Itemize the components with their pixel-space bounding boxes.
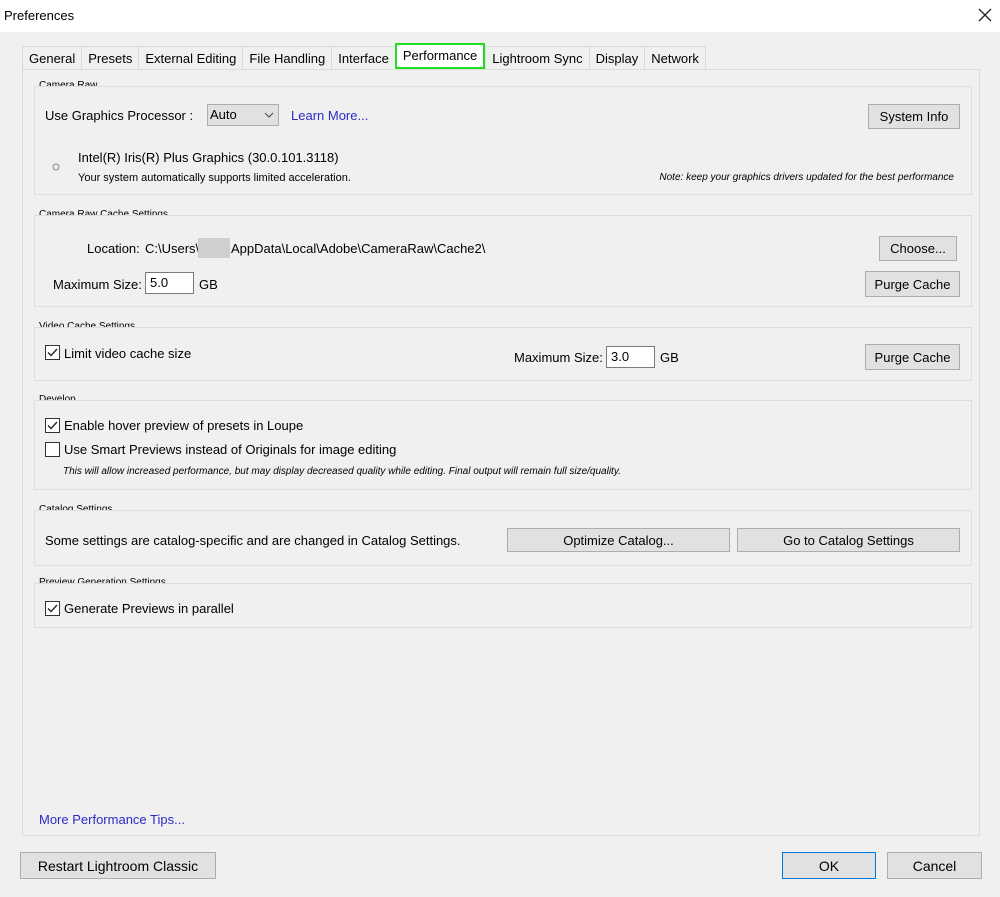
gpu-status-icon (51, 160, 61, 175)
tab-display[interactable]: Display (588, 46, 645, 70)
choose-button[interactable]: Choose... (879, 236, 957, 261)
smart-previews-checkbox[interactable] (45, 442, 60, 457)
chevron-down-icon (264, 105, 274, 131)
tab-lightroom-sync[interactable]: Lightroom Sync (485, 46, 589, 70)
cache-max-label: Maximum Size: (53, 277, 142, 292)
tab-bar: General Presets External Editing File Ha… (22, 43, 706, 70)
ok-button[interactable]: OK (782, 852, 876, 879)
location-prefix: C:\Users\ (145, 241, 200, 256)
smart-previews-label[interactable]: Use Smart Previews instead of Originals … (64, 442, 396, 457)
system-info-button[interactable]: System Info (868, 104, 960, 129)
performance-tips-link[interactable]: More Performance Tips... (39, 812, 185, 827)
checkmark-icon (47, 348, 58, 357)
parallel-previews-checkbox[interactable] (45, 601, 60, 616)
gpu-label: Use Graphics Processor : (45, 108, 194, 123)
driver-note: Note: keep your graphics drivers updated… (659, 172, 954, 183)
gpu-name: Intel(R) Iris(R) Plus Graphics (30.0.101… (78, 150, 339, 165)
checkmark-icon (47, 604, 58, 613)
redacted-username (198, 238, 230, 258)
tab-presets[interactable]: Presets (81, 46, 139, 70)
tab-performance[interactable]: Performance (394, 43, 486, 69)
close-icon[interactable] (974, 4, 996, 26)
gpu-select[interactable]: Auto (207, 104, 279, 126)
cache-unit: GB (199, 277, 218, 292)
smart-previews-note: This will allow increased performance, b… (63, 466, 621, 477)
video-max-label: Maximum Size: (514, 350, 603, 365)
purge-cache-button[interactable]: Purge Cache (865, 271, 960, 297)
video-max-input[interactable]: 3.0 (606, 346, 655, 368)
window-title: Preferences (4, 8, 75, 23)
tab-file-handling[interactable]: File Handling (242, 46, 332, 70)
tab-interface[interactable]: Interface (331, 46, 395, 70)
checkmark-icon (47, 421, 58, 430)
location-path: AppData\Local\Adobe\CameraRaw\Cache2\ (231, 241, 486, 256)
title-bar (0, 0, 1000, 32)
tab-general[interactable]: General (22, 46, 82, 70)
video-unit: GB (660, 350, 679, 365)
video-purge-cache-button[interactable]: Purge Cache (865, 344, 960, 370)
cache-max-input[interactable]: 5.0 (145, 272, 194, 294)
parallel-previews-label[interactable]: Generate Previews in parallel (64, 601, 234, 616)
catalog-text: Some settings are catalog-specific and a… (45, 533, 461, 548)
restart-lightroom-button[interactable]: Restart Lightroom Classic (20, 852, 216, 879)
gpu-status-text: Your system automatically supports limit… (78, 172, 351, 184)
cancel-button[interactable]: Cancel (887, 852, 982, 879)
limit-video-checkbox[interactable] (45, 345, 60, 360)
hover-preview-label[interactable]: Enable hover preview of presets in Loupe (64, 418, 303, 433)
learn-more-link[interactable]: Learn More... (291, 108, 368, 123)
tab-external-editing[interactable]: External Editing (138, 46, 243, 70)
go-to-catalog-settings-button[interactable]: Go to Catalog Settings (737, 528, 960, 552)
gpu-select-value: Auto (210, 107, 237, 122)
tab-network[interactable]: Network (644, 46, 706, 70)
limit-video-label[interactable]: Limit video cache size (64, 346, 191, 361)
optimize-catalog-button[interactable]: Optimize Catalog... (507, 528, 730, 552)
hover-preview-checkbox[interactable] (45, 418, 60, 433)
location-label: Location: (87, 241, 140, 256)
